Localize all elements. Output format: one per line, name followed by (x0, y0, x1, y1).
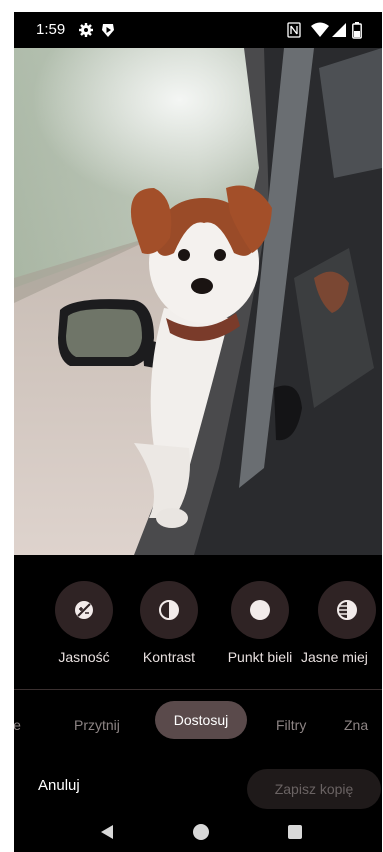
battery-icon (352, 22, 362, 39)
tool-label: Jasność (58, 649, 110, 665)
dog-in-car-photo (14, 48, 382, 555)
tab-filters[interactable]: Filtry (276, 717, 306, 733)
shield-play-icon (102, 24, 114, 37)
tab-partial-right[interactable]: Zna (344, 717, 368, 733)
tab-partial-left[interactable]: ie (14, 717, 21, 733)
status-time: 1:59 (36, 21, 66, 38)
back-icon[interactable] (100, 824, 114, 840)
status-bar: 1:59 (14, 12, 382, 48)
highlights-icon (318, 581, 376, 639)
tool-white-point[interactable]: Punkt bieli (215, 581, 305, 665)
photo-preview[interactable] (14, 48, 382, 555)
tool-label: Jasne miej (301, 649, 368, 665)
save-copy-label: Zapisz kopię (274, 781, 354, 797)
tab-crop[interactable]: Przytnij (74, 717, 120, 733)
tool-label: Punkt bieli (227, 649, 293, 665)
edit-panel: Jasność Kontrast Punkt bieli Jasne miej … (14, 555, 382, 852)
white-point-icon (231, 581, 289, 639)
photo-editor-screen: 1:59 Jasność Kontrast Punkt bieli Jasne … (14, 12, 382, 852)
nfc-icon (287, 22, 301, 38)
gear-icon (79, 23, 93, 37)
tab-adjust[interactable]: Dostosuj (155, 701, 247, 739)
signal-icon (332, 23, 346, 37)
home-icon[interactable] (192, 823, 210, 841)
brightness-icon (55, 581, 113, 639)
tool-contrast[interactable]: Kontrast (124, 581, 214, 665)
tool-brightness[interactable]: Jasność (39, 581, 129, 665)
save-copy-button[interactable]: Zapisz kopię (247, 769, 381, 809)
recents-icon[interactable] (288, 825, 302, 839)
tab-adjust-label: Dostosuj (173, 712, 229, 728)
contrast-icon (140, 581, 198, 639)
navigation-bar (14, 815, 382, 852)
cancel-button[interactable]: Anuluj (38, 777, 80, 794)
wifi-icon (311, 22, 329, 37)
tool-label: Kontrast (142, 649, 196, 665)
tool-highlights[interactable]: Jasne miej (301, 581, 382, 665)
divider (14, 689, 382, 690)
